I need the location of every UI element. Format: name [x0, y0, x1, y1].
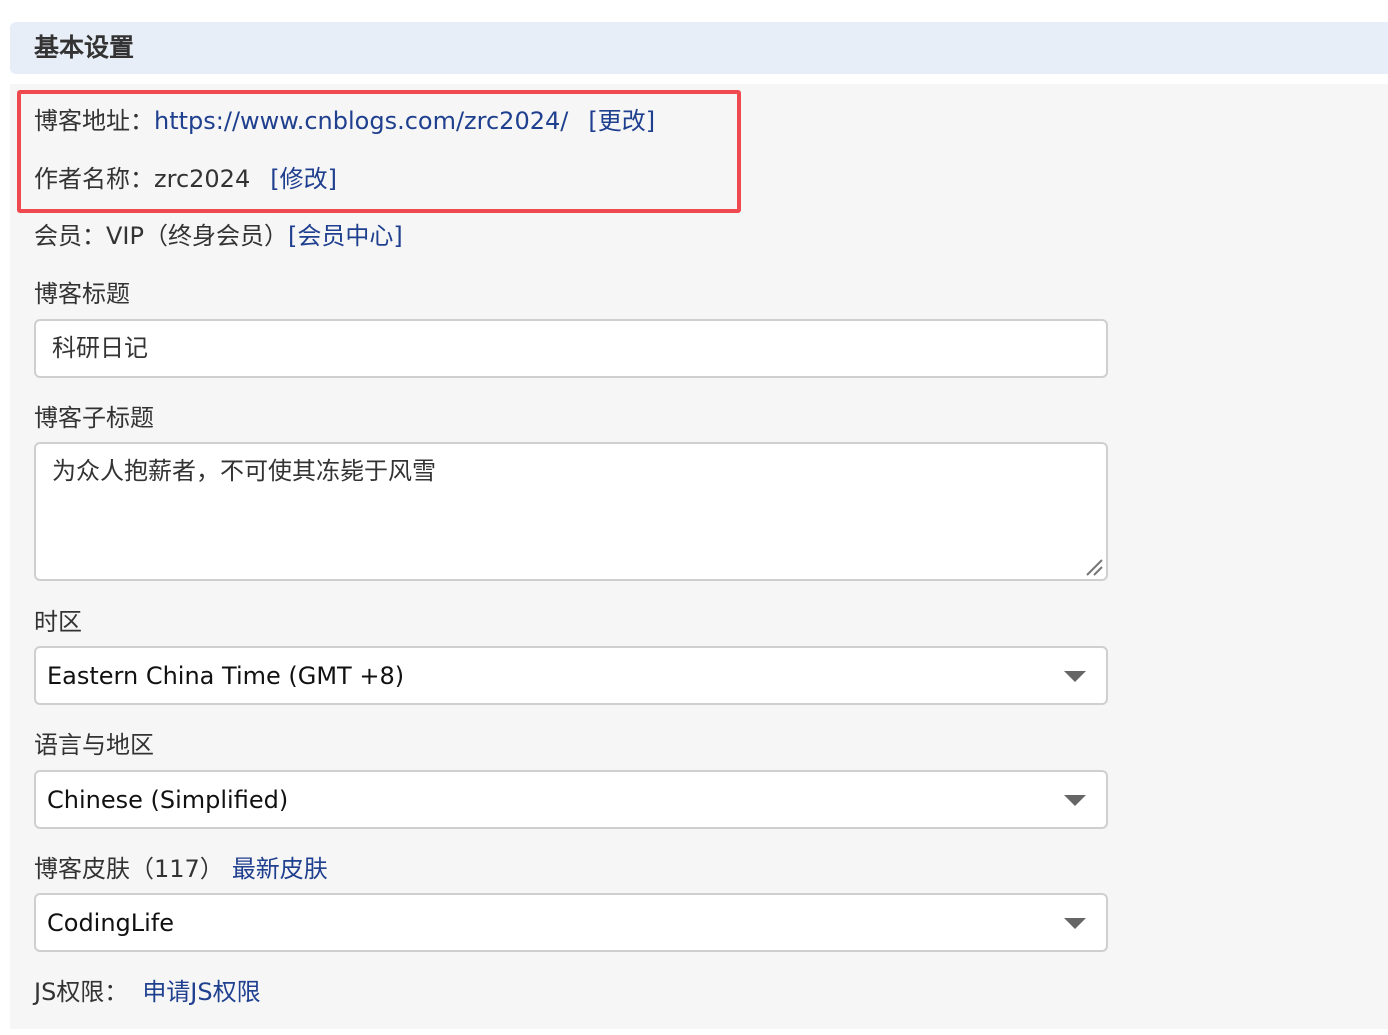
skin-row: 博客皮肤（117） 最新皮肤 [34, 854, 328, 884]
blog-title-label: 博客标题 [34, 280, 130, 308]
js-permission-row: JS权限： 申请JS权限 [34, 977, 261, 1007]
edit-author-link[interactable]: [修改] [270, 165, 337, 193]
membership-value: VIP（终身会员） [106, 222, 288, 250]
skin-label: 博客皮肤（117） [34, 855, 224, 883]
language-label: 语言与地区 [34, 731, 154, 759]
chevron-down-icon [1064, 671, 1086, 682]
blog-address-label: 博客地址： [34, 107, 154, 135]
section-header: 基本设置 [10, 22, 1388, 74]
blog-subtitle-value: 为众人抱薪者，不可使其冻毙于风雪 [52, 457, 436, 485]
change-address-link[interactable]: [更改] [588, 107, 655, 135]
timezone-label: 时区 [34, 608, 82, 636]
membership-label: 会员： [34, 222, 106, 250]
chevron-down-icon [1064, 918, 1086, 929]
language-select[interactable]: Chinese (Simplified) [34, 770, 1108, 829]
author-row: 作者名称：zrc2024 [修改] [34, 164, 337, 194]
author-name: zrc2024 [154, 165, 251, 193]
resize-grip-icon[interactable] [1085, 558, 1103, 576]
blog-address-row: 博客地址：https://www.cnblogs.com/zrc2024/ [更改… [34, 106, 655, 136]
author-label: 作者名称： [34, 165, 154, 193]
blog-subtitle-textarea[interactable]: 为众人抱薪者，不可使其冻毙于风雪 [34, 442, 1108, 581]
timezone-select[interactable]: Eastern China Time (GMT +8) [34, 646, 1108, 705]
js-permission-label: JS权限： [34, 978, 129, 1006]
member-center-link[interactable]: [会员中心] [288, 222, 403, 250]
chevron-down-icon [1064, 795, 1086, 806]
skin-selected: CodingLife [47, 909, 175, 937]
blog-title-value: 科研日记 [52, 334, 148, 362]
blog-subtitle-label: 博客子标题 [34, 404, 154, 432]
language-selected: Chinese (Simplified) [47, 786, 289, 814]
apply-js-permission-link[interactable]: 申请JS权限 [142, 978, 260, 1006]
blog-address-link[interactable]: https://www.cnblogs.com/zrc2024/ [154, 107, 568, 135]
latest-skins-link[interactable]: 最新皮肤 [232, 855, 328, 883]
settings-page: 基本设置 博客地址：https://www.cnblogs.com/zrc202… [0, 0, 1388, 1035]
section-title: 基本设置 [34, 33, 135, 62]
skin-select[interactable]: CodingLife [34, 893, 1108, 952]
timezone-selected: Eastern China Time (GMT +8) [47, 662, 405, 690]
blog-title-input[interactable]: 科研日记 [34, 319, 1108, 378]
membership-row: 会员：VIP（终身会员）[会员中心] [34, 221, 403, 251]
